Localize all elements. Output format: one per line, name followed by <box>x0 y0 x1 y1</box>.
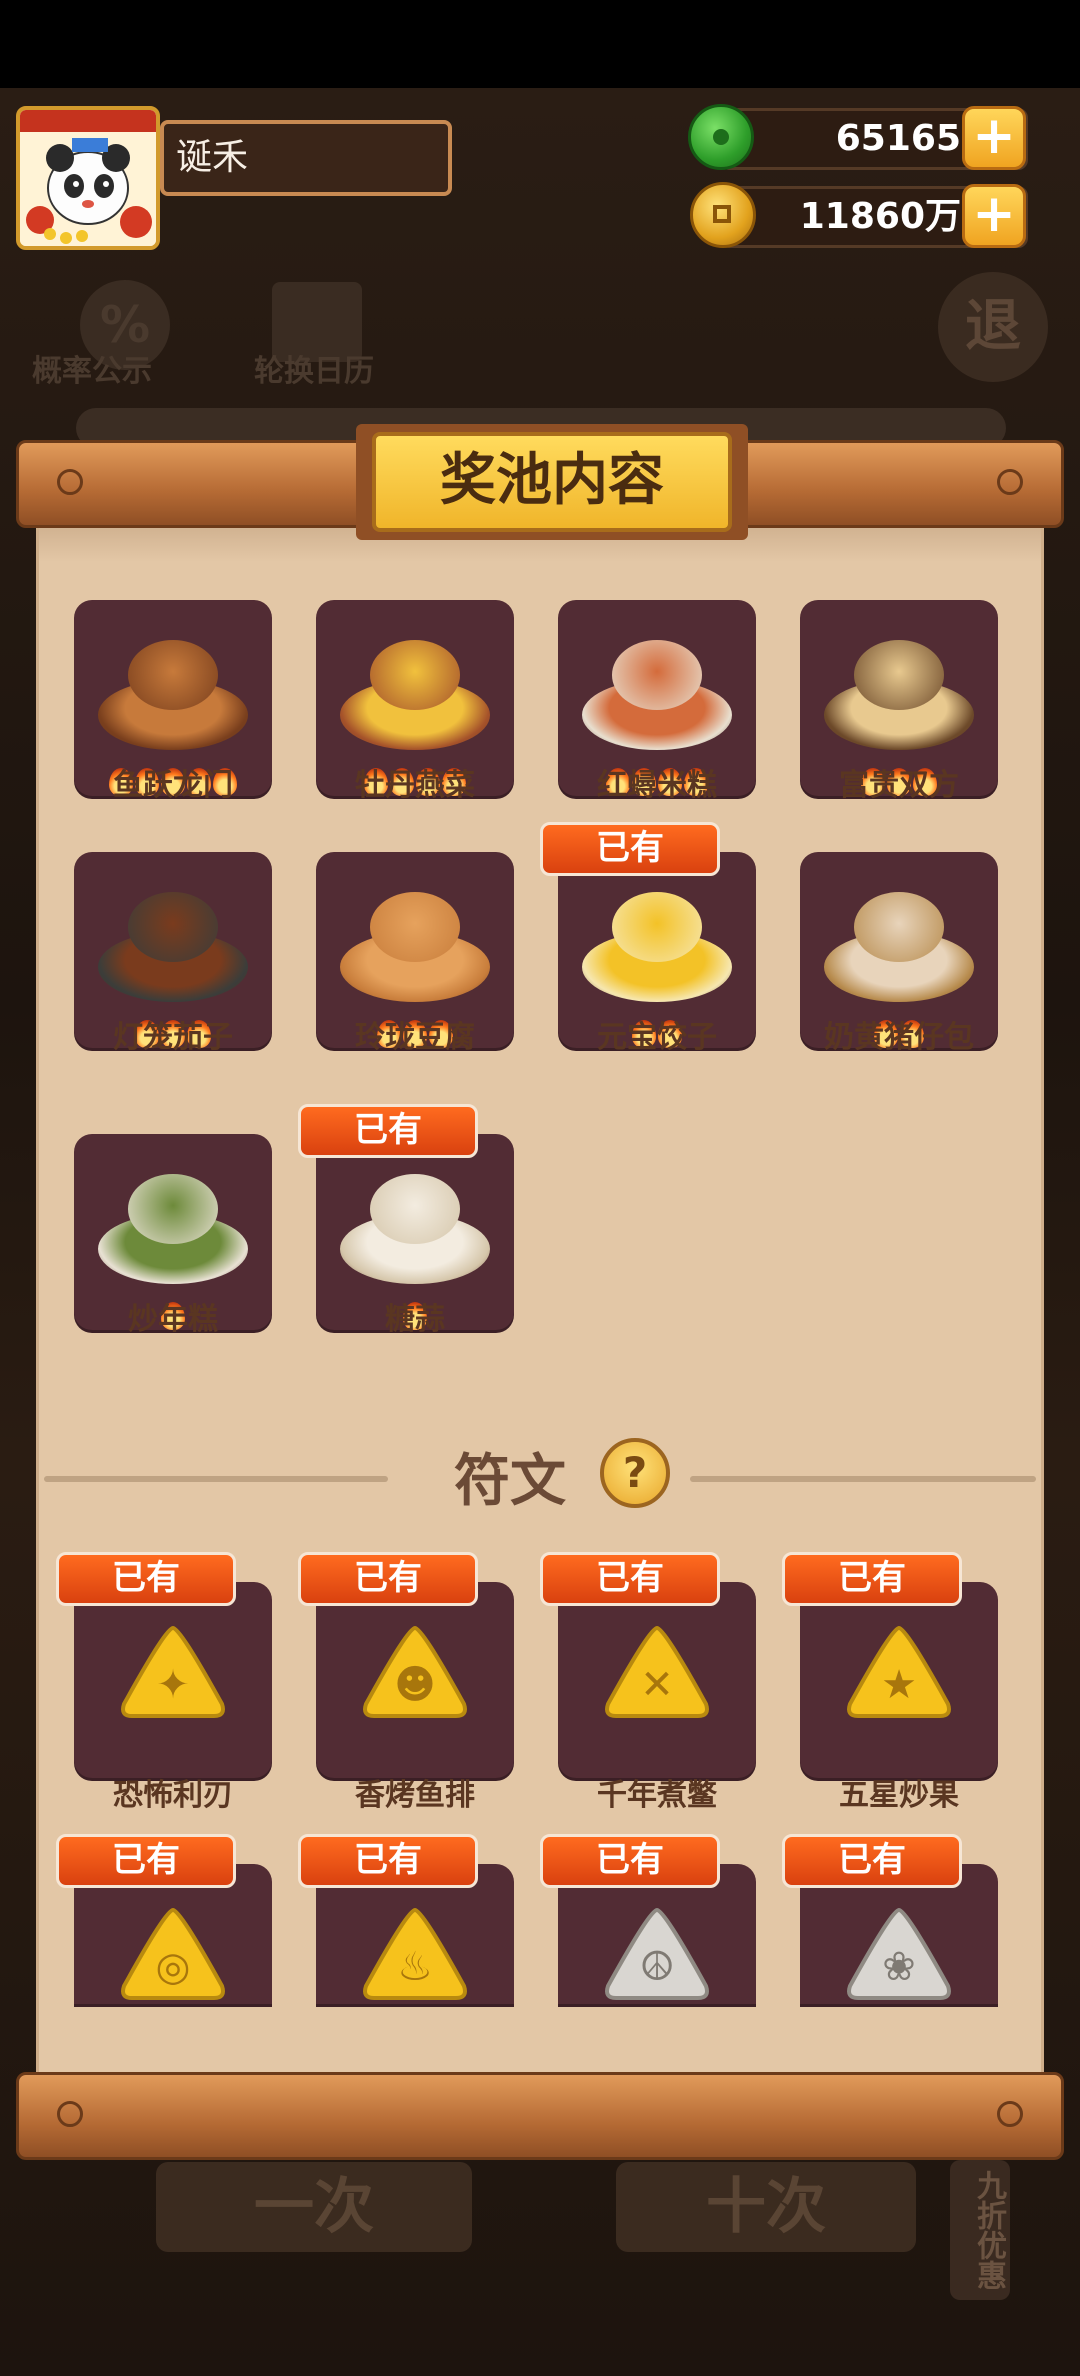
coin-icon <box>690 182 756 248</box>
dish-topping <box>370 892 460 962</box>
owned-badge: 已有 <box>298 1834 478 1888</box>
dish-topping <box>370 1174 460 1244</box>
coin-count: 11860万 <box>799 196 961 237</box>
rune-icon: ☻ <box>363 1625 467 1718</box>
owned-badge: 已有 <box>782 1552 962 1606</box>
status-bar <box>0 0 1080 88</box>
rune-icon: ✕ <box>605 1625 709 1718</box>
dish-topping <box>612 640 702 710</box>
rune-card: ✦ <box>74 1582 272 1778</box>
rod-cap-right <box>997 469 1023 495</box>
dish-card <box>800 600 998 796</box>
panda-chef-icon <box>20 110 156 246</box>
dish-name: 富贵双方 <box>839 768 959 803</box>
dish-topping <box>612 892 702 962</box>
dish-name: 红蟳米糕 <box>597 768 717 803</box>
dish-name: 灯笼茄子 <box>113 1020 233 1055</box>
rune-icon: ✦ <box>121 1625 225 1718</box>
rune-name: 香烤鱼排 <box>355 1778 475 1813</box>
dish-topping <box>128 1174 218 1244</box>
add-gems-button[interactable]: + <box>962 106 1026 170</box>
rune-name: 恐怖利刃 <box>113 1778 233 1813</box>
single-draw-button[interactable]: 一次 <box>156 2162 472 2252</box>
owned-badge: 已有 <box>782 1834 962 1888</box>
svg-text:✕: ✕ <box>640 1662 674 1708</box>
dish-name: 奶黄猪仔包 <box>824 1020 974 1055</box>
rune-icon: ☮ <box>605 1907 709 2000</box>
calendar-label: 轮换日历 <box>254 354 374 389</box>
svg-text:☮: ☮ <box>639 1944 675 1990</box>
rune-name: 五星炒果 <box>839 1778 959 1813</box>
rune-help-button[interactable]: ? <box>600 1438 670 1508</box>
dish-name: 玲珑豆腐 <box>355 1020 475 1055</box>
rune-card: ☻ <box>316 1582 514 1778</box>
probability-label: 概率公示 <box>32 354 152 389</box>
svg-text:◎: ◎ <box>156 1944 191 1990</box>
svg-text:♨: ♨ <box>397 1944 433 1990</box>
divider-left <box>44 1476 388 1482</box>
rune-section-title: 符文 <box>454 1449 566 1514</box>
dish-card <box>558 852 756 1048</box>
exit-button[interactable]: 退 <box>938 272 1048 382</box>
dish-card <box>800 852 998 1048</box>
rune-icon: ★ <box>847 1625 951 1718</box>
dish-name: 元宝饺子 <box>597 1020 717 1055</box>
discount-badge: 九折优惠 <box>950 2160 1010 2300</box>
owned-badge: 已有 <box>56 1552 236 1606</box>
add-coins-button[interactable]: + <box>962 184 1026 248</box>
dish-topping <box>854 640 944 710</box>
panel-title: 奖池内容 <box>372 432 732 532</box>
dish-card <box>558 600 756 796</box>
dish-card <box>74 1134 272 1330</box>
dish-name: 鱼跃龙门 <box>113 768 233 803</box>
ten-draw-button[interactable]: 十次 <box>616 2162 916 2252</box>
svg-text:★: ★ <box>881 1662 917 1708</box>
dish-name: 牡丹燕菜 <box>355 768 475 803</box>
rune-card: ✕ <box>558 1582 756 1778</box>
gem-count: 65165 <box>835 118 961 159</box>
dish-topping <box>128 640 218 710</box>
dish-topping <box>370 640 460 710</box>
rod-cap-right <box>997 2101 1023 2127</box>
player-name: 诞禾 <box>160 120 452 196</box>
rune-icon: ❀ <box>847 1907 951 2000</box>
divider-right <box>690 1476 1036 1482</box>
owned-badge: 已有 <box>56 1834 236 1888</box>
rune-card: ★ <box>800 1582 998 1778</box>
rune-icon: ◎ <box>121 1907 225 2000</box>
owned-badge: 已有 <box>298 1552 478 1606</box>
owned-badge: 已有 <box>540 1552 720 1606</box>
rune-name: 千年煮鳖 <box>597 1778 717 1813</box>
dish-card <box>316 1134 514 1330</box>
svg-text:☻: ☻ <box>394 1662 436 1708</box>
avatar[interactable] <box>16 106 160 250</box>
jade-gem-icon <box>688 104 754 170</box>
dish-topping <box>128 892 218 962</box>
rod-cap-left <box>57 2101 83 2127</box>
owned-badge: 已有 <box>540 1834 720 1888</box>
dish-card <box>74 600 272 796</box>
dish-name: 糖蒜 <box>385 1302 445 1337</box>
dish-card <box>316 600 514 796</box>
owned-badge: 已有 <box>540 822 720 876</box>
owned-badge: 已有 <box>298 1104 478 1158</box>
dish-name: 炒年糕 <box>128 1302 218 1337</box>
scroll-rod-bottom <box>16 2072 1064 2160</box>
dish-card <box>74 852 272 1048</box>
dish-topping <box>854 892 944 962</box>
rune-icon: ♨ <box>363 1907 467 2000</box>
dish-card <box>316 852 514 1048</box>
svg-text:❀: ❀ <box>882 1944 916 1990</box>
rod-cap-left <box>57 469 83 495</box>
svg-text:✦: ✦ <box>156 1662 190 1708</box>
